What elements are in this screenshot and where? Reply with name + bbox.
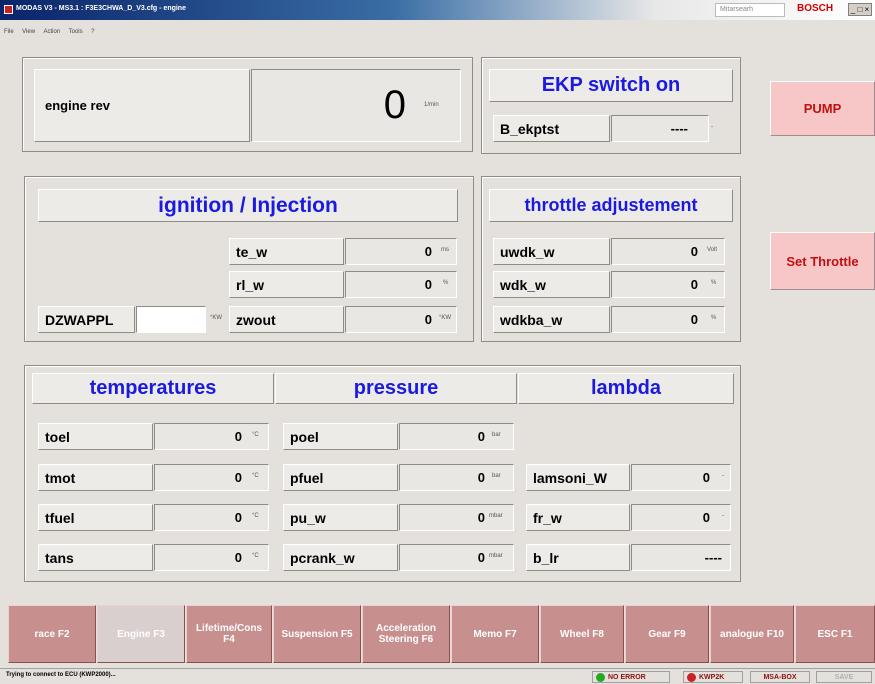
tab-esc[interactable]: ESC F1 bbox=[795, 605, 875, 663]
wdkba-w-label: wdkba_w bbox=[493, 306, 610, 333]
no-error-indicator: NO ERROR bbox=[592, 671, 670, 683]
window-controls[interactable]: _ □ × bbox=[848, 3, 872, 16]
poel-unit: bar bbox=[492, 432, 501, 438]
set-throttle-button[interactable]: Set Throttle bbox=[770, 232, 875, 290]
title-bar: MODAS V3 - MS3.1 : F3E3CHWA_D_V3.cfg - e… bbox=[0, 0, 875, 20]
red-status-icon bbox=[687, 672, 696, 682]
tans-unit: °C bbox=[252, 553, 259, 559]
fr-w-value: 0 bbox=[631, 504, 731, 531]
pfuel-label: pfuel bbox=[283, 464, 398, 491]
ekp-header: EKP switch on bbox=[489, 69, 733, 102]
fr-w-unit: - bbox=[722, 513, 724, 519]
tab-acceleration-steering[interactable]: Acceleration Steering F6 bbox=[362, 605, 450, 663]
pu-w-unit: mbar bbox=[489, 513, 503, 519]
wdkba-w-unit: % bbox=[711, 315, 717, 321]
tans-label: tans bbox=[38, 544, 153, 571]
brand-logo: BOSCH bbox=[797, 3, 834, 14]
throttle-header: throttle adjustement bbox=[489, 189, 733, 222]
engine-rev-label: engine rev bbox=[34, 69, 250, 142]
tab-lifetime-cons[interactable]: Lifetime/Cons F4 bbox=[186, 605, 272, 663]
pressure-header: pressure bbox=[275, 373, 517, 404]
tab-engine[interactable]: Engine F3 bbox=[97, 605, 185, 663]
lamsoni-w-value: 0 bbox=[631, 464, 731, 491]
menu-tools[interactable]: Tools bbox=[69, 26, 83, 38]
zwout-unit: °KW bbox=[439, 315, 452, 321]
menu-bar: File View Action Tools ? bbox=[0, 20, 875, 35]
wdk-w-value: 0 bbox=[611, 271, 725, 298]
toel-label: toel bbox=[38, 423, 153, 450]
menu-action[interactable]: Action bbox=[43, 26, 60, 38]
tab-race[interactable]: race F2 bbox=[8, 605, 96, 663]
b-lr-value: ---- bbox=[631, 544, 731, 571]
tfuel-unit: °C bbox=[252, 513, 259, 519]
no-error-text: NO ERROR bbox=[608, 673, 646, 681]
search-input[interactable]: Mitarsearh bbox=[715, 3, 785, 17]
status-message: Trying to connect to ECU (KWP2000)... bbox=[6, 672, 116, 678]
lamsoni-w-label: lamsoni_W bbox=[526, 464, 630, 491]
kwp2k-indicator: KWP2K bbox=[683, 671, 743, 683]
tab-memo[interactable]: Memo F7 bbox=[451, 605, 539, 663]
wdkba-w-value: 0 bbox=[611, 306, 725, 333]
menu-view[interactable]: View bbox=[22, 26, 35, 38]
toel-unit: °C bbox=[252, 432, 259, 438]
lamsoni-w-unit: - bbox=[722, 473, 724, 479]
save-text: SAVE bbox=[834, 673, 854, 681]
te-w-label: te_w bbox=[229, 238, 344, 265]
dzwappl-label: DZWAPPL bbox=[38, 306, 135, 333]
engine-rev-value: 0 bbox=[383, 83, 406, 127]
msa-box-indicator: MSA-BOX bbox=[750, 671, 810, 683]
kwp2k-text: KWP2K bbox=[699, 673, 725, 681]
pcrank-w-label: pcrank_w bbox=[283, 544, 398, 571]
wdk-w-label: wdk_w bbox=[493, 271, 610, 298]
b-lr-label: b_lr bbox=[526, 544, 630, 571]
zwout-label: zwout bbox=[229, 306, 344, 333]
lambda-header: lambda bbox=[518, 373, 734, 404]
uwdk-w-label: uwdk_w bbox=[493, 238, 610, 265]
ekp-label: B_ekptst bbox=[493, 115, 610, 142]
save-button[interactable]: SAVE bbox=[816, 671, 872, 683]
pcrank-w-unit: mbar bbox=[489, 553, 503, 559]
status-bar: Trying to connect to ECU (KWP2000)... NO… bbox=[0, 668, 875, 684]
tab-wheel[interactable]: Wheel F8 bbox=[540, 605, 624, 663]
pump-button[interactable]: PUMP bbox=[770, 81, 875, 136]
poel-label: poel bbox=[283, 423, 398, 450]
rl-w-label: rl_w bbox=[229, 271, 344, 298]
rl-w-unit: % bbox=[443, 280, 449, 286]
tfuel-label: tfuel bbox=[38, 504, 153, 531]
tab-suspension[interactable]: Suspension F5 bbox=[273, 605, 361, 663]
menu-help[interactable]: ? bbox=[91, 26, 94, 38]
fr-w-label: fr_w bbox=[526, 504, 630, 531]
engine-rev-unit: 1/min bbox=[424, 102, 439, 108]
dzwappl-unit: °KW bbox=[210, 315, 223, 321]
tmot-unit: °C bbox=[252, 473, 259, 479]
pfuel-unit: bar bbox=[492, 473, 501, 479]
tab-analogue[interactable]: analogue F10 bbox=[710, 605, 794, 663]
engine-rev-text: engine rev bbox=[45, 98, 111, 113]
function-tabs: race F2 Engine F3 Lifetime/Cons F4 Suspe… bbox=[8, 605, 875, 663]
app-icon bbox=[4, 5, 13, 14]
rl-w-value: 0 bbox=[345, 271, 457, 298]
wdk-w-unit: % bbox=[711, 280, 717, 286]
green-status-icon bbox=[596, 672, 605, 682]
dzwappl-input[interactable] bbox=[136, 306, 206, 333]
uwdk-w-unit: Volt bbox=[707, 247, 718, 253]
msa-box-text: MSA-BOX bbox=[763, 673, 797, 681]
ekp-value: ---- bbox=[611, 115, 709, 142]
tab-gear[interactable]: Gear F9 bbox=[625, 605, 709, 663]
window-title: MODAS V3 - MS3.1 : F3E3CHWA_D_V3.cfg - e… bbox=[16, 5, 186, 12]
tmot-label: tmot bbox=[38, 464, 153, 491]
te-w-unit: ms bbox=[441, 247, 449, 253]
pu-w-label: pu_w bbox=[283, 504, 398, 531]
temperatures-header: temperatures bbox=[32, 373, 274, 404]
menu-file[interactable]: File bbox=[4, 26, 14, 38]
ekp-unit: - bbox=[711, 124, 713, 130]
ignition-header: ignition / Injection bbox=[38, 189, 458, 222]
